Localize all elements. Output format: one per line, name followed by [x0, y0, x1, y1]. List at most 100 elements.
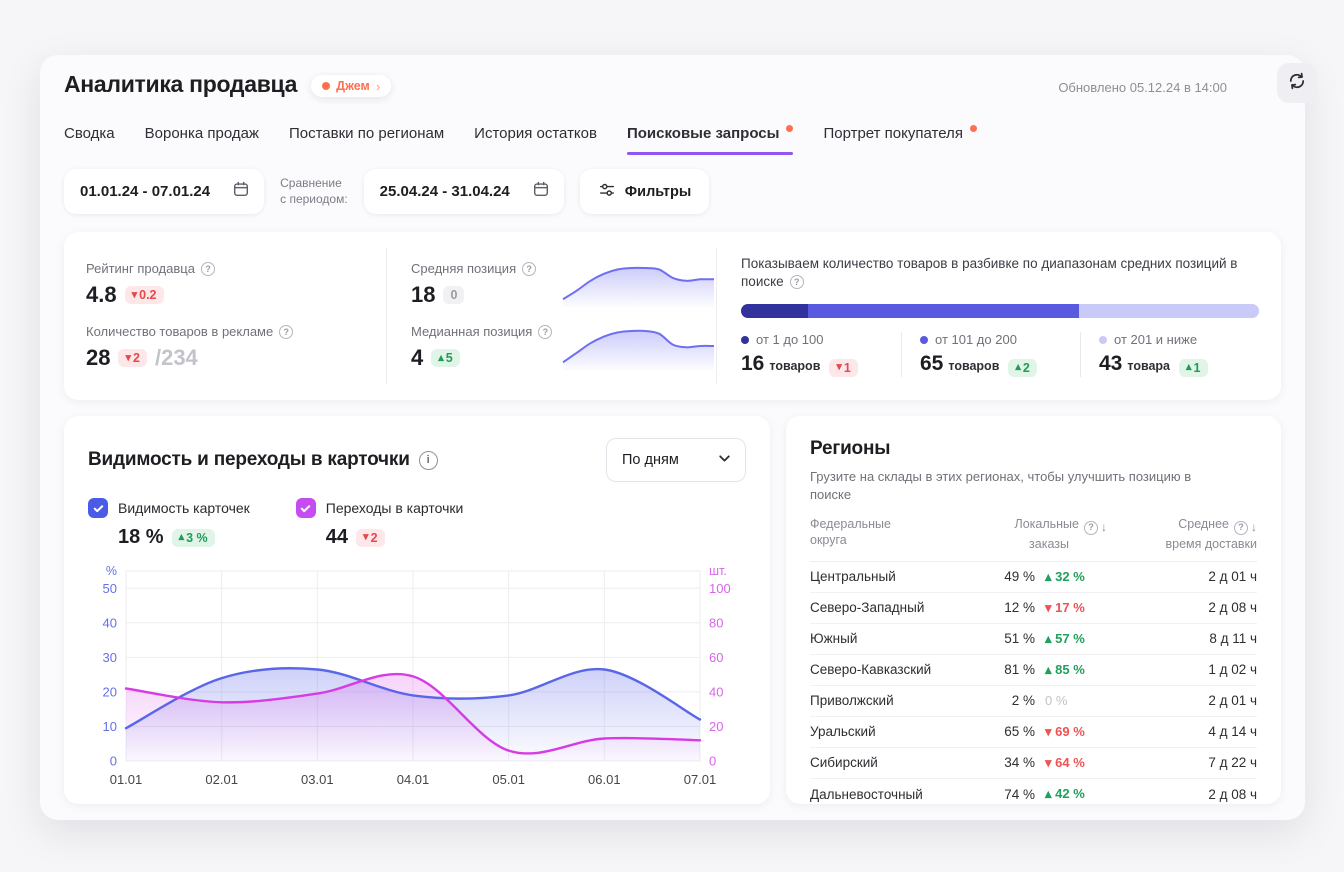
tab-3[interactable]: Поставки по регионам — [289, 119, 444, 155]
column-header-local-orders[interactable]: Локальные?↓ заказы — [947, 516, 1107, 552]
tab-5[interactable]: Поисковые запросы — [627, 119, 793, 155]
legend-value-row: 43товара▴1 — [1099, 352, 1249, 377]
jam-badge[interactable]: Джем › — [311, 75, 391, 97]
tab-1[interactable]: Сводка — [64, 119, 115, 155]
distribution-legend-item: от 201 и ниже 43товара▴1 — [1080, 332, 1259, 377]
calendar-icon[interactable] — [232, 180, 250, 203]
updated-timestamp: Обновлено 05.12.24 в 14:00 — [1058, 80, 1227, 95]
tabs-bar: Сводка Воронка продаж Поставки по регионам… — [64, 119, 1281, 155]
delivery-time-value: 2 д 01 ч — [1107, 569, 1257, 584]
filters-button-label: Фильтры — [625, 184, 691, 200]
checkbox-checked[interactable] — [296, 498, 316, 518]
region-name: Дальневосточный — [810, 787, 947, 802]
visibility-chart-title: Видимость и переходы в карточки — [88, 449, 410, 471]
column-header-districts: Федеральные округа — [810, 516, 947, 552]
new-feature-dot-icon — [970, 125, 977, 132]
legend-label: от 1 до 100 — [741, 332, 891, 347]
arrow-down-icon: ▾ — [125, 353, 131, 364]
tab-4[interactable]: История остатков — [474, 119, 597, 155]
ads-products-label: Количество товаров в рекламе — [86, 324, 273, 339]
refresh-button[interactable] — [1277, 63, 1317, 103]
regions-table-header: Федеральные округа Локальные?↓ заказы Ср… — [810, 516, 1257, 562]
svg-text:0: 0 — [709, 754, 716, 769]
tab-label: Воронка продаж — [145, 125, 259, 142]
info-icon[interactable]: i — [419, 451, 438, 470]
help-icon[interactable]: ? — [538, 325, 552, 339]
table-row: Южный51 %▴ 57 %8 д 11 ч — [810, 624, 1257, 655]
svg-text:10: 10 — [103, 719, 117, 734]
change-badge: ▾0.2 — [125, 286, 164, 304]
visibility-transitions-chart: %шт.0102030405002040608010001.0102.0103.… — [88, 555, 746, 793]
regions-table-body: Центральный49 %▴ 32 %2 д 01 чСеверо-Запа… — [810, 562, 1257, 810]
regions-title: Регионы — [810, 438, 1257, 460]
metrics-summary-card: Рейтинг продавца? 4.8▾0.2 Количество тов… — [64, 232, 1281, 400]
series-value-row: 44▾2 — [296, 526, 464, 549]
svg-text:40: 40 — [709, 684, 723, 699]
help-icon[interactable]: ? — [279, 325, 293, 339]
tab-label: Поисковые запросы — [627, 125, 779, 142]
svg-text:06.01: 06.01 — [588, 772, 621, 787]
median-position-metric: Медианная позиция? 4▴5 — [411, 324, 716, 371]
dropdown-value: По дням — [622, 452, 679, 468]
products-count: 16 — [741, 352, 764, 376]
median-position-value: 4 — [411, 345, 423, 371]
filters-button[interactable]: Фильтры — [580, 169, 709, 214]
delivery-time-value: 8 д 11 ч — [1107, 631, 1257, 646]
delivery-time-value: 2 д 08 ч — [1107, 787, 1257, 802]
local-orders-cell: 49 %▴ 32 % — [947, 569, 1107, 585]
checkbox-checked[interactable] — [88, 498, 108, 518]
help-icon[interactable]: ? — [522, 262, 536, 276]
local-orders-value: 51 % — [1004, 631, 1035, 646]
regions-subtitle: Грузите на склады в этих регионах, чтобы… — [810, 468, 1210, 503]
calendar-icon[interactable] — [532, 180, 550, 203]
delivery-time-value: 4 д 14 ч — [1107, 724, 1257, 739]
compare-date-input[interactable]: 25.04.24 - 31.04.24 — [364, 169, 564, 214]
local-orders-value: 34 % — [1004, 755, 1035, 770]
seller-rating-value: 4.8 — [86, 282, 117, 308]
svg-text:40: 40 — [103, 615, 117, 630]
local-orders-value: 74 % — [1004, 787, 1035, 802]
series-label: Переходы в карточки — [326, 500, 464, 516]
regions-card: Регионы Грузите на склады в этих региона… — [786, 416, 1281, 804]
arrow-up-icon: ▴ — [438, 353, 444, 364]
median-position-sparkline — [561, 325, 716, 371]
tab-6[interactable]: Портрет покупателя — [823, 119, 976, 155]
table-row: Дальневосточный74 %▴ 42 %2 д 08 ч — [810, 779, 1257, 810]
help-icon[interactable]: ? — [201, 262, 215, 276]
local-orders-change: ▴ 32 % — [1045, 569, 1107, 585]
region-name: Центральный — [810, 569, 947, 584]
change-badge: ▴3 % — [172, 529, 215, 547]
sort-desc-icon[interactable]: ↓ — [1251, 520, 1257, 536]
tab-label: Поставки по регионам — [289, 125, 444, 142]
help-icon[interactable]: ? — [1234, 521, 1248, 535]
period-date-input[interactable]: 01.01.24 - 07.01.24 — [64, 169, 264, 214]
legend-label: от 201 и ниже — [1099, 332, 1249, 347]
delivery-time-value: 7 д 22 ч — [1107, 755, 1257, 770]
local-orders-cell: 65 %▾ 69 % — [947, 724, 1107, 740]
chevron-right-icon: › — [376, 80, 380, 93]
table-row: Сибирский34 %▾ 64 %7 д 22 ч — [810, 748, 1257, 779]
local-orders-change: ▾ 17 % — [1045, 600, 1107, 616]
local-orders-change: ▾ 64 % — [1045, 755, 1107, 771]
tab-2[interactable]: Воронка продаж — [145, 119, 259, 155]
tab-label: Сводка — [64, 125, 115, 142]
tab-label: История остатков — [474, 125, 597, 142]
svg-text:30: 30 — [103, 650, 117, 665]
delivery-time-value: 2 д 01 ч — [1107, 693, 1257, 708]
period-granularity-dropdown[interactable]: По дням — [606, 438, 746, 482]
local-orders-cell: 74 %▴ 42 % — [947, 786, 1107, 802]
seller-analytics-page: Аналитика продавца Джем › Обновлено 05.1… — [40, 55, 1305, 820]
local-orders-value: 2 % — [1012, 693, 1035, 708]
column-header-delivery-time[interactable]: Среднее?↓ время доставки — [1107, 516, 1257, 552]
local-orders-cell: 81 %▴ 85 % — [947, 662, 1107, 678]
arrow-up-icon: ▴ — [1015, 362, 1021, 373]
legend-range-label: от 1 до 100 — [756, 332, 823, 347]
median-position-label: Медианная позиция — [411, 324, 532, 339]
distribution-legend-item: от 101 до 20065товаров▴2 — [901, 332, 1080, 377]
help-icon[interactable]: ? — [1084, 521, 1098, 535]
avg-position-metric: Средняя позиция? 180 — [411, 261, 716, 308]
change-badge: ▾2 — [356, 529, 384, 547]
help-icon[interactable]: ? — [790, 275, 804, 289]
series-toggle-1: Видимость карточек18 %▴3 % — [88, 498, 250, 549]
distribution-description: Показываем количество товаров в разбивке… — [741, 256, 1237, 289]
